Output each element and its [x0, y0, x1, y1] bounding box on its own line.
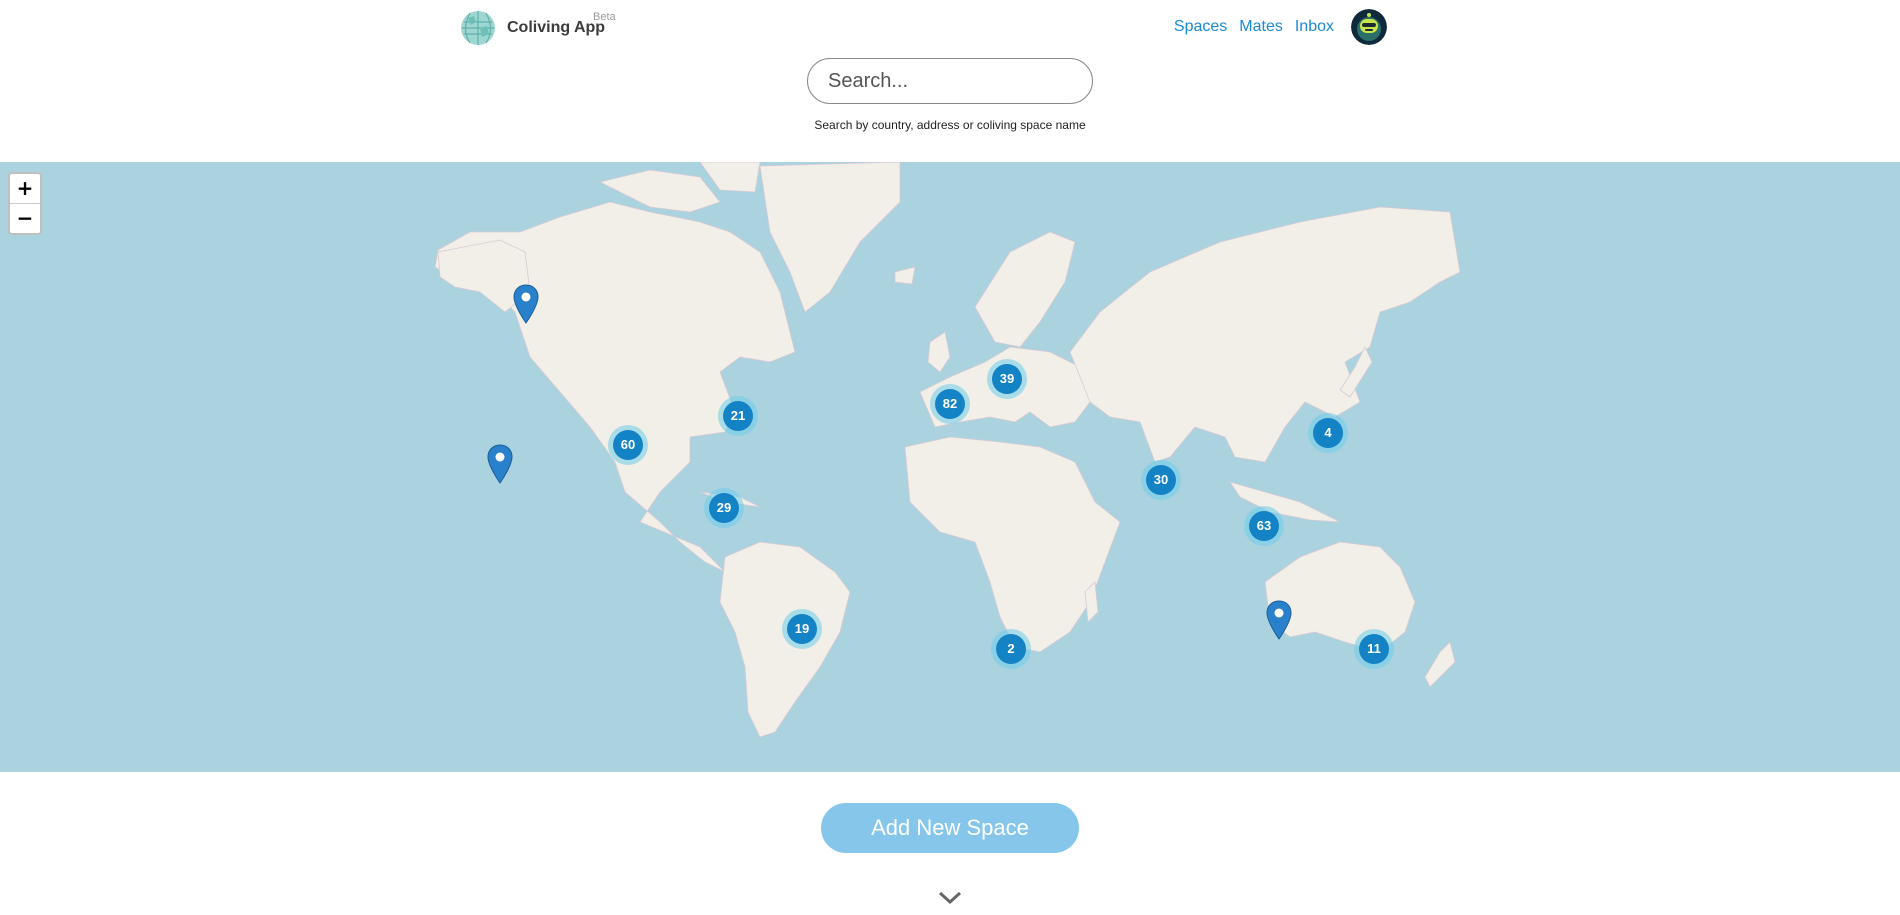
- map-cluster[interactable]: 2: [991, 629, 1031, 669]
- zoom-in-button[interactable]: +: [10, 174, 40, 204]
- beta-label: Beta: [593, 11, 616, 23]
- map-pin-icon[interactable]: [487, 444, 513, 484]
- map-cluster[interactable]: 19: [782, 609, 822, 649]
- app-name: Coliving App: [507, 19, 606, 36]
- cluster-count: 30: [1146, 465, 1176, 495]
- map-cluster[interactable]: 82: [930, 384, 970, 424]
- brand[interactable]: Coliving App Beta: [460, 10, 616, 46]
- top-nav: Spaces Mates Inbox: [1162, 9, 1387, 45]
- cluster-count: 63: [1249, 511, 1279, 541]
- map-cluster[interactable]: 11: [1354, 629, 1394, 669]
- globe-logo-icon: [461, 11, 495, 45]
- world-map[interactable]: + − 21 60 29 19 82 39 2 30 63 4 11: [0, 162, 1900, 772]
- map-pin-icon[interactable]: [513, 284, 539, 324]
- map-cluster[interactable]: 63: [1244, 506, 1284, 546]
- chevron-down-icon[interactable]: [938, 890, 962, 906]
- search-hint: Search by country, address or coliving s…: [814, 118, 1086, 132]
- add-new-space-button[interactable]: Add New Space: [821, 803, 1079, 853]
- map-cluster[interactable]: 60: [608, 425, 648, 465]
- user-avatar-icon[interactable]: [1351, 9, 1387, 45]
- map-cluster[interactable]: 30: [1141, 460, 1181, 500]
- cluster-count: 2: [996, 634, 1026, 664]
- map-cluster[interactable]: 21: [718, 396, 758, 436]
- search-box: [807, 58, 1093, 104]
- cluster-count: 4: [1313, 418, 1343, 448]
- cluster-count: 39: [992, 364, 1022, 394]
- cluster-count: 29: [709, 493, 739, 523]
- map-cluster[interactable]: 39: [987, 359, 1027, 399]
- nav-inbox[interactable]: Inbox: [1295, 18, 1334, 36]
- cluster-count: 82: [935, 389, 965, 419]
- nav-spaces[interactable]: Spaces: [1174, 18, 1227, 36]
- cluster-count: 11: [1359, 634, 1389, 664]
- cluster-count: 21: [723, 401, 753, 431]
- map-cluster[interactable]: 4: [1308, 413, 1348, 453]
- map-cluster[interactable]: 29: [704, 488, 744, 528]
- search-input[interactable]: [807, 58, 1093, 104]
- world-map-tiles: [434, 162, 1461, 738]
- nav-mates[interactable]: Mates: [1239, 18, 1283, 36]
- cluster-count: 19: [787, 614, 817, 644]
- zoom-control: + −: [8, 172, 42, 235]
- map-pin-icon[interactable]: [1266, 600, 1292, 640]
- cluster-count: 60: [613, 430, 643, 460]
- zoom-out-button[interactable]: −: [10, 204, 40, 233]
